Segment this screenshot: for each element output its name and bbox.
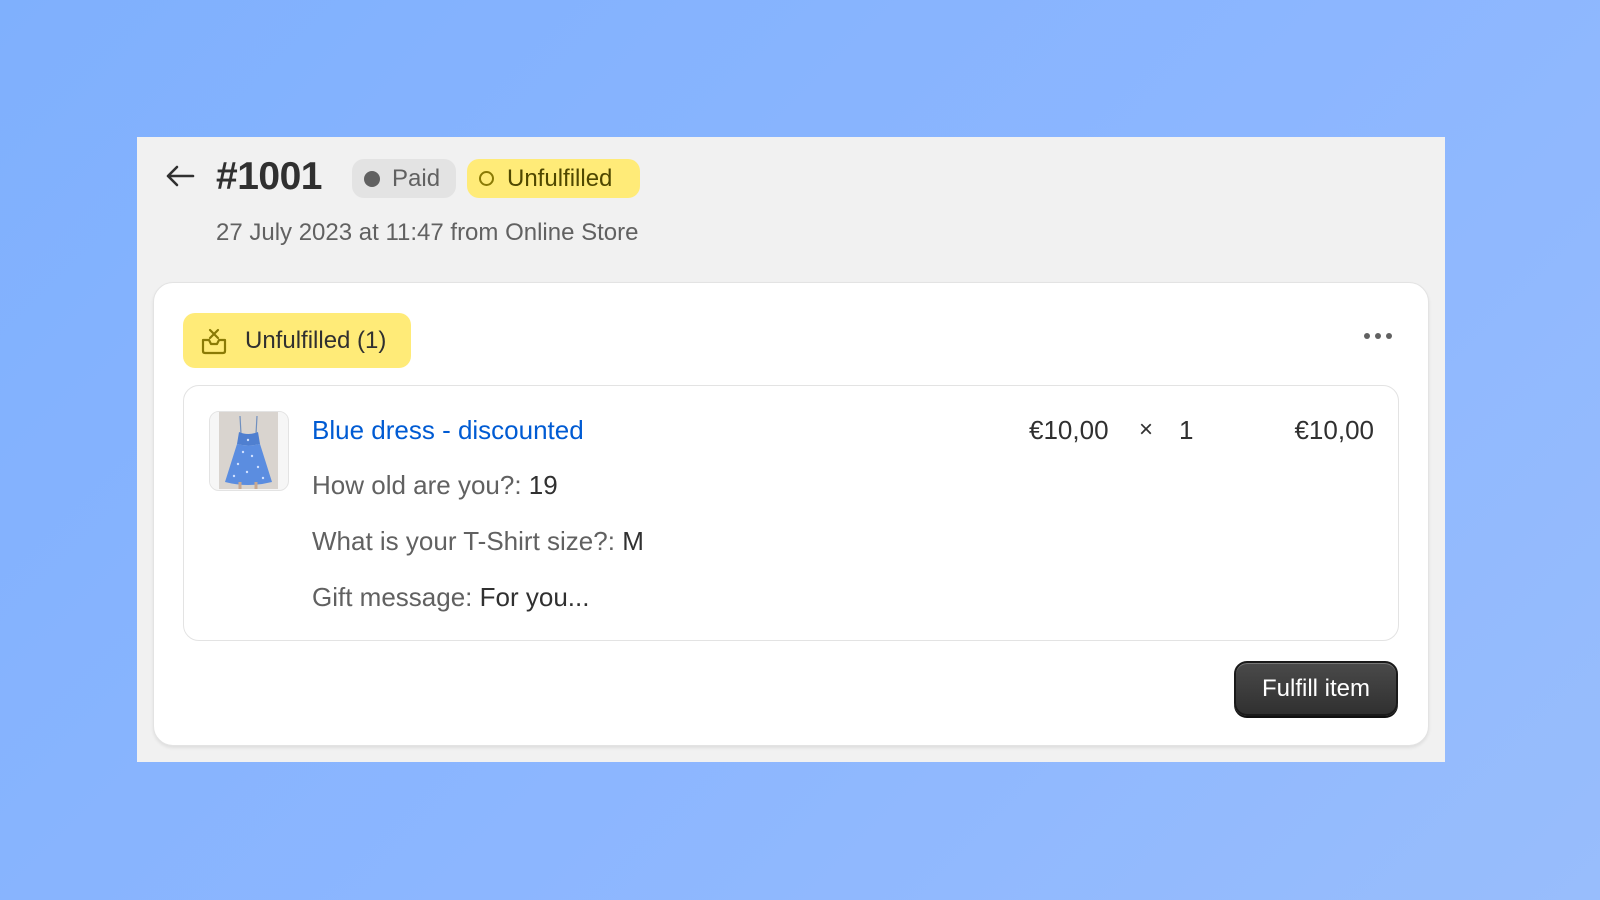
- status-ring-icon: [479, 171, 494, 186]
- line-item-property: How old are you?: 19: [312, 468, 558, 502]
- dress-image-icon: [210, 412, 287, 489]
- quantity: 1: [1179, 415, 1194, 445]
- unit-price: €10,00: [1029, 415, 1109, 445]
- product-name-link[interactable]: Blue dress - discounted: [312, 413, 584, 447]
- status-dot-icon: [364, 170, 380, 187]
- property-value: 19: [528, 470, 558, 500]
- fulfillment-status-label: Unfulfilled: [507, 165, 613, 192]
- line-item-property: What is your T-Shirt size?: M: [312, 524, 644, 558]
- more-actions-button[interactable]: [1360, 321, 1396, 351]
- more-horizontal-icon: [1364, 333, 1392, 339]
- property-key: What is your T-Shirt size?:: [312, 526, 615, 556]
- fulfillment-status-badge: Unfulfilled: [467, 159, 640, 198]
- arrow-left-icon: [166, 165, 195, 187]
- property-value: For you...: [479, 582, 590, 612]
- line-item: Blue dress - discounted How old are you?…: [183, 385, 1399, 641]
- back-button[interactable]: [163, 161, 197, 191]
- order-date-source: 27 July 2023 at 11:47 from Online Store: [216, 219, 639, 246]
- order-panel: #1001 Paid Unfulfilled 27 July 2023 at 1…: [137, 137, 1445, 762]
- payment-status-label: Paid: [392, 165, 441, 192]
- property-key: How old are you?:: [312, 470, 522, 500]
- fulfillment-card: Unfulfilled (1) Blue dress - discounted …: [153, 282, 1429, 746]
- line-item-property: Gift message: For you...: [312, 580, 589, 614]
- line-total: €10,00: [1294, 415, 1374, 445]
- package-icon: [200, 327, 228, 355]
- multiply-sign: ×: [1139, 416, 1154, 443]
- unfulfilled-status-label: Unfulfilled (1): [245, 326, 387, 354]
- payment-status-badge: Paid: [352, 159, 456, 198]
- product-thumbnail[interactable]: [209, 411, 289, 491]
- page-title: #1001: [216, 155, 322, 198]
- property-key: Gift message:: [312, 582, 473, 612]
- property-value: M: [622, 526, 644, 556]
- unfulfilled-status-pill: Unfulfilled (1): [183, 313, 411, 368]
- page-header: #1001 Paid Unfulfilled 27 July 2023 at 1…: [137, 137, 1445, 267]
- fulfill-item-button[interactable]: Fulfill item: [1234, 661, 1398, 716]
